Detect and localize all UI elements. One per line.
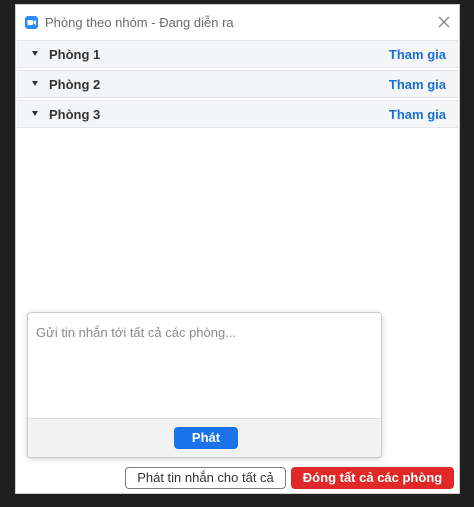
room-row[interactable]: Phòng 3 Tham gia	[17, 100, 458, 128]
broadcast-message-popup: Phát	[27, 312, 382, 458]
room-row[interactable]: Phòng 2 Tham gia	[17, 70, 458, 98]
close-icon[interactable]	[435, 13, 453, 31]
close-all-rooms-button[interactable]: Đóng tất cả các phòng	[291, 467, 454, 489]
room-row[interactable]: Phòng 1 Tham gia	[17, 40, 458, 68]
join-room-button[interactable]: Tham gia	[389, 47, 446, 62]
broadcast-message-input[interactable]	[28, 313, 381, 418]
title-bar: Phòng theo nhóm - Đang diễn ra	[16, 5, 459, 39]
join-room-button[interactable]: Tham gia	[389, 107, 446, 122]
room-name: Phòng 2	[49, 77, 101, 92]
popup-footer: Phát	[28, 418, 381, 457]
breakout-rooms-window: Phòng theo nhóm - Đang diễn ra Phòng 1 T…	[15, 4, 460, 494]
chevron-down-icon[interactable]	[32, 51, 38, 56]
join-room-button[interactable]: Tham gia	[389, 77, 446, 92]
broadcast-to-all-button[interactable]: Phát tin nhắn cho tất cả	[125, 467, 286, 489]
chevron-down-icon[interactable]	[32, 81, 38, 86]
room-name: Phòng 1	[49, 47, 101, 62]
chevron-down-icon[interactable]	[32, 111, 38, 116]
window-title: Phòng theo nhóm - Đang diễn ra	[45, 15, 234, 30]
room-name: Phòng 3	[49, 107, 101, 122]
zoom-app-icon	[25, 16, 38, 29]
send-broadcast-button[interactable]: Phát	[174, 427, 238, 449]
rooms-list: Phòng 1 Tham gia Phòng 2 Tham gia Phòng …	[17, 40, 458, 130]
